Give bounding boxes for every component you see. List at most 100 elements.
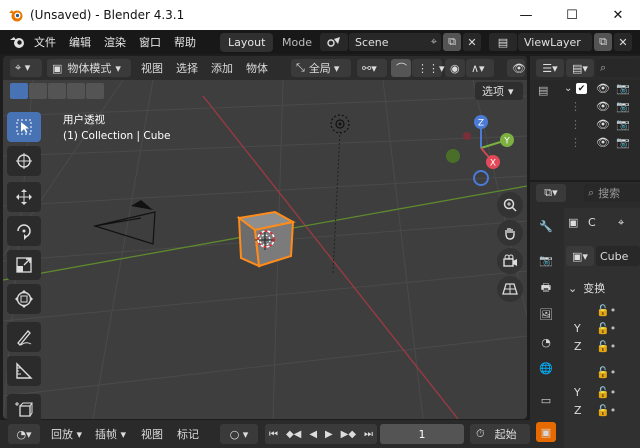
timeline-editor-icon[interactable]: ◔▾: [8, 424, 40, 444]
lock-icon[interactable]: 🔓•: [596, 386, 616, 399]
output-tab-icon[interactable]: 🖶: [536, 278, 556, 298]
menu-help[interactable]: 帮助: [174, 34, 196, 50]
properties-editor-icon[interactable]: ⧉▾: [536, 184, 566, 202]
timeline-view[interactable]: 视图: [141, 426, 163, 442]
pivot-dropdown[interactable]: ⚯▾: [357, 59, 387, 77]
select-invert-icon[interactable]: [67, 83, 85, 99]
select-subtract-icon[interactable]: [48, 83, 66, 99]
scene-tab-icon[interactable]: ◔: [536, 332, 556, 352]
render-tab-icon[interactable]: 📷: [536, 250, 556, 270]
expand-arrow-icon[interactable]: ⌄: [564, 83, 572, 94]
lock-icon[interactable]: 🔓•: [596, 340, 616, 353]
lock-icon[interactable]: 🔓•: [596, 366, 616, 379]
camera-object[interactable]: [93, 196, 163, 256]
select-new-icon[interactable]: [10, 83, 28, 99]
jump-start-icon[interactable]: ⏮: [269, 429, 278, 440]
menu-view[interactable]: 视图: [141, 59, 163, 77]
scene-selector-icon[interactable]: [320, 33, 348, 51]
eye-icon[interactable]: 👁: [596, 100, 610, 113]
collection-checkbox[interactable]: ✔: [576, 83, 587, 94]
orientation-dropdown[interactable]: ⤡ 全局 ▾: [291, 59, 351, 77]
snap-toggle-icon[interactable]: ⌒: [391, 59, 411, 77]
menu-window[interactable]: 窗口: [139, 34, 161, 50]
camera-render-icon[interactable]: 📷: [616, 82, 630, 95]
pan-hand-icon[interactable]: [497, 220, 523, 246]
start-frame-field[interactable]: ⏱ 起始: [470, 424, 530, 444]
timeline-playback[interactable]: 回放 ▾: [51, 426, 82, 442]
camera-render-icon[interactable]: 📷: [616, 136, 630, 149]
properties-search-field[interactable]: ⌕ 搜索: [584, 184, 640, 202]
minimize-button[interactable]: —: [503, 0, 549, 30]
outliner-search-icon[interactable]: ⌕: [596, 59, 640, 77]
lock-icon[interactable]: 🔓•: [596, 304, 616, 317]
mode-dropdown[interactable]: ▣ 物体模式 ▾: [47, 59, 131, 77]
tab-layout[interactable]: Layout: [220, 33, 274, 52]
outliner-filter-icon[interactable]: ▤▾: [566, 59, 594, 77]
editor-type-icon[interactable]: ⌖ ▾: [10, 59, 42, 77]
camera-render-icon[interactable]: 📷: [616, 118, 630, 131]
blender-menu-icon[interactable]: [10, 35, 26, 49]
prev-key-icon[interactable]: ◆◀: [286, 429, 301, 440]
pin-icon[interactable]: ⌖: [431, 35, 437, 49]
world-tab-icon[interactable]: 🌐: [536, 358, 556, 378]
zoom-icon[interactable]: [497, 192, 523, 218]
3d-viewport[interactable]: ⌖ ▾ ▣ 物体模式 ▾ 视图 选择 添加 物体 ⤡ 全局 ▾ ⚯▾ ⌒ ⋮⋮▾…: [3, 56, 527, 419]
jump-end-icon[interactable]: ⏭: [364, 429, 373, 440]
perspective-toggle-icon[interactable]: [497, 276, 523, 302]
falloff-dropdown[interactable]: ∧▾: [466, 59, 494, 77]
outliner-editor-icon[interactable]: ☰▾: [536, 59, 564, 77]
timeline-keying[interactable]: 插帧 ▾: [95, 426, 126, 442]
pin-icon[interactable]: ⌖: [618, 216, 624, 230]
move-tool-icon[interactable]: [7, 182, 41, 212]
menu-select[interactable]: 选择: [176, 59, 198, 77]
viewlayer-name-field[interactable]: ViewLayer: [518, 33, 592, 51]
close-button[interactable]: ✕: [595, 0, 640, 30]
object-selector-icon[interactable]: ▣▾: [566, 246, 594, 266]
object-name-field[interactable]: Cube: [596, 246, 640, 266]
maximize-button[interactable]: ☐: [549, 0, 595, 30]
eye-icon[interactable]: 👁: [596, 118, 610, 131]
camera-render-icon[interactable]: 📷: [616, 100, 630, 113]
visibility-icon[interactable]: 👁: [507, 59, 526, 77]
menu-object[interactable]: 物体: [246, 59, 268, 77]
lock-icon[interactable]: 🔓•: [596, 322, 616, 335]
object-tab-icon[interactable]: ▣: [536, 422, 556, 442]
current-frame-field[interactable]: 1: [380, 424, 464, 444]
options-dropdown[interactable]: 选项 ▾: [475, 82, 523, 100]
rotate-tool-icon[interactable]: [7, 216, 41, 246]
tab-mode[interactable]: Mode: [274, 33, 320, 52]
view-layer-tab-icon[interactable]: 🖼: [536, 304, 556, 324]
scene-name-field[interactable]: Scene ⌖: [349, 33, 441, 51]
menu-render[interactable]: 渲染: [104, 34, 126, 50]
delete-scene-icon[interactable]: ✕: [463, 33, 481, 51]
next-key-icon[interactable]: ▶◆: [341, 429, 356, 440]
light-object[interactable]: [328, 112, 352, 136]
lock-icon[interactable]: 🔓•: [596, 404, 616, 417]
cursor-tool-icon[interactable]: [7, 146, 41, 176]
new-scene-icon[interactable]: ⧉: [443, 33, 461, 51]
navigation-gizmo[interactable]: Z Y X: [443, 114, 521, 186]
camera-view-icon[interactable]: [497, 248, 523, 274]
snap-dropdown[interactable]: ⋮⋮▾: [412, 59, 445, 77]
measure-tool-icon[interactable]: [7, 356, 41, 386]
transform-tool-icon[interactable]: [7, 284, 41, 314]
timeline-marker[interactable]: 标记: [177, 426, 199, 442]
collection-tab-icon[interactable]: ▭: [536, 390, 556, 410]
menu-add[interactable]: 添加: [211, 59, 233, 77]
play-icon[interactable]: ▶: [325, 429, 333, 440]
new-viewlayer-icon[interactable]: ⧉: [594, 33, 612, 51]
delete-viewlayer-icon[interactable]: ✕: [614, 33, 632, 51]
proportional-edit-icon[interactable]: ◉: [445, 59, 465, 77]
menu-edit[interactable]: 编辑: [69, 34, 91, 50]
scale-tool-icon[interactable]: [7, 250, 41, 280]
menu-file[interactable]: 文件: [34, 34, 56, 50]
play-reverse-icon[interactable]: ◀: [309, 429, 317, 440]
playback-controls[interactable]: ⏮ ◆◀ ◀ ▶ ▶◆ ⏭: [265, 424, 377, 444]
select-extend-icon[interactable]: [29, 83, 47, 99]
transform-panel-header[interactable]: ⌄ 变换: [564, 278, 640, 298]
tool-tab-icon[interactable]: 🔧: [536, 216, 556, 236]
eye-icon[interactable]: 👁: [596, 136, 610, 149]
viewlayer-selector-icon[interactable]: ▤: [489, 33, 517, 51]
select-box-tool-icon[interactable]: [7, 112, 41, 142]
autokey-icon[interactable]: ○ ▾: [220, 424, 258, 444]
